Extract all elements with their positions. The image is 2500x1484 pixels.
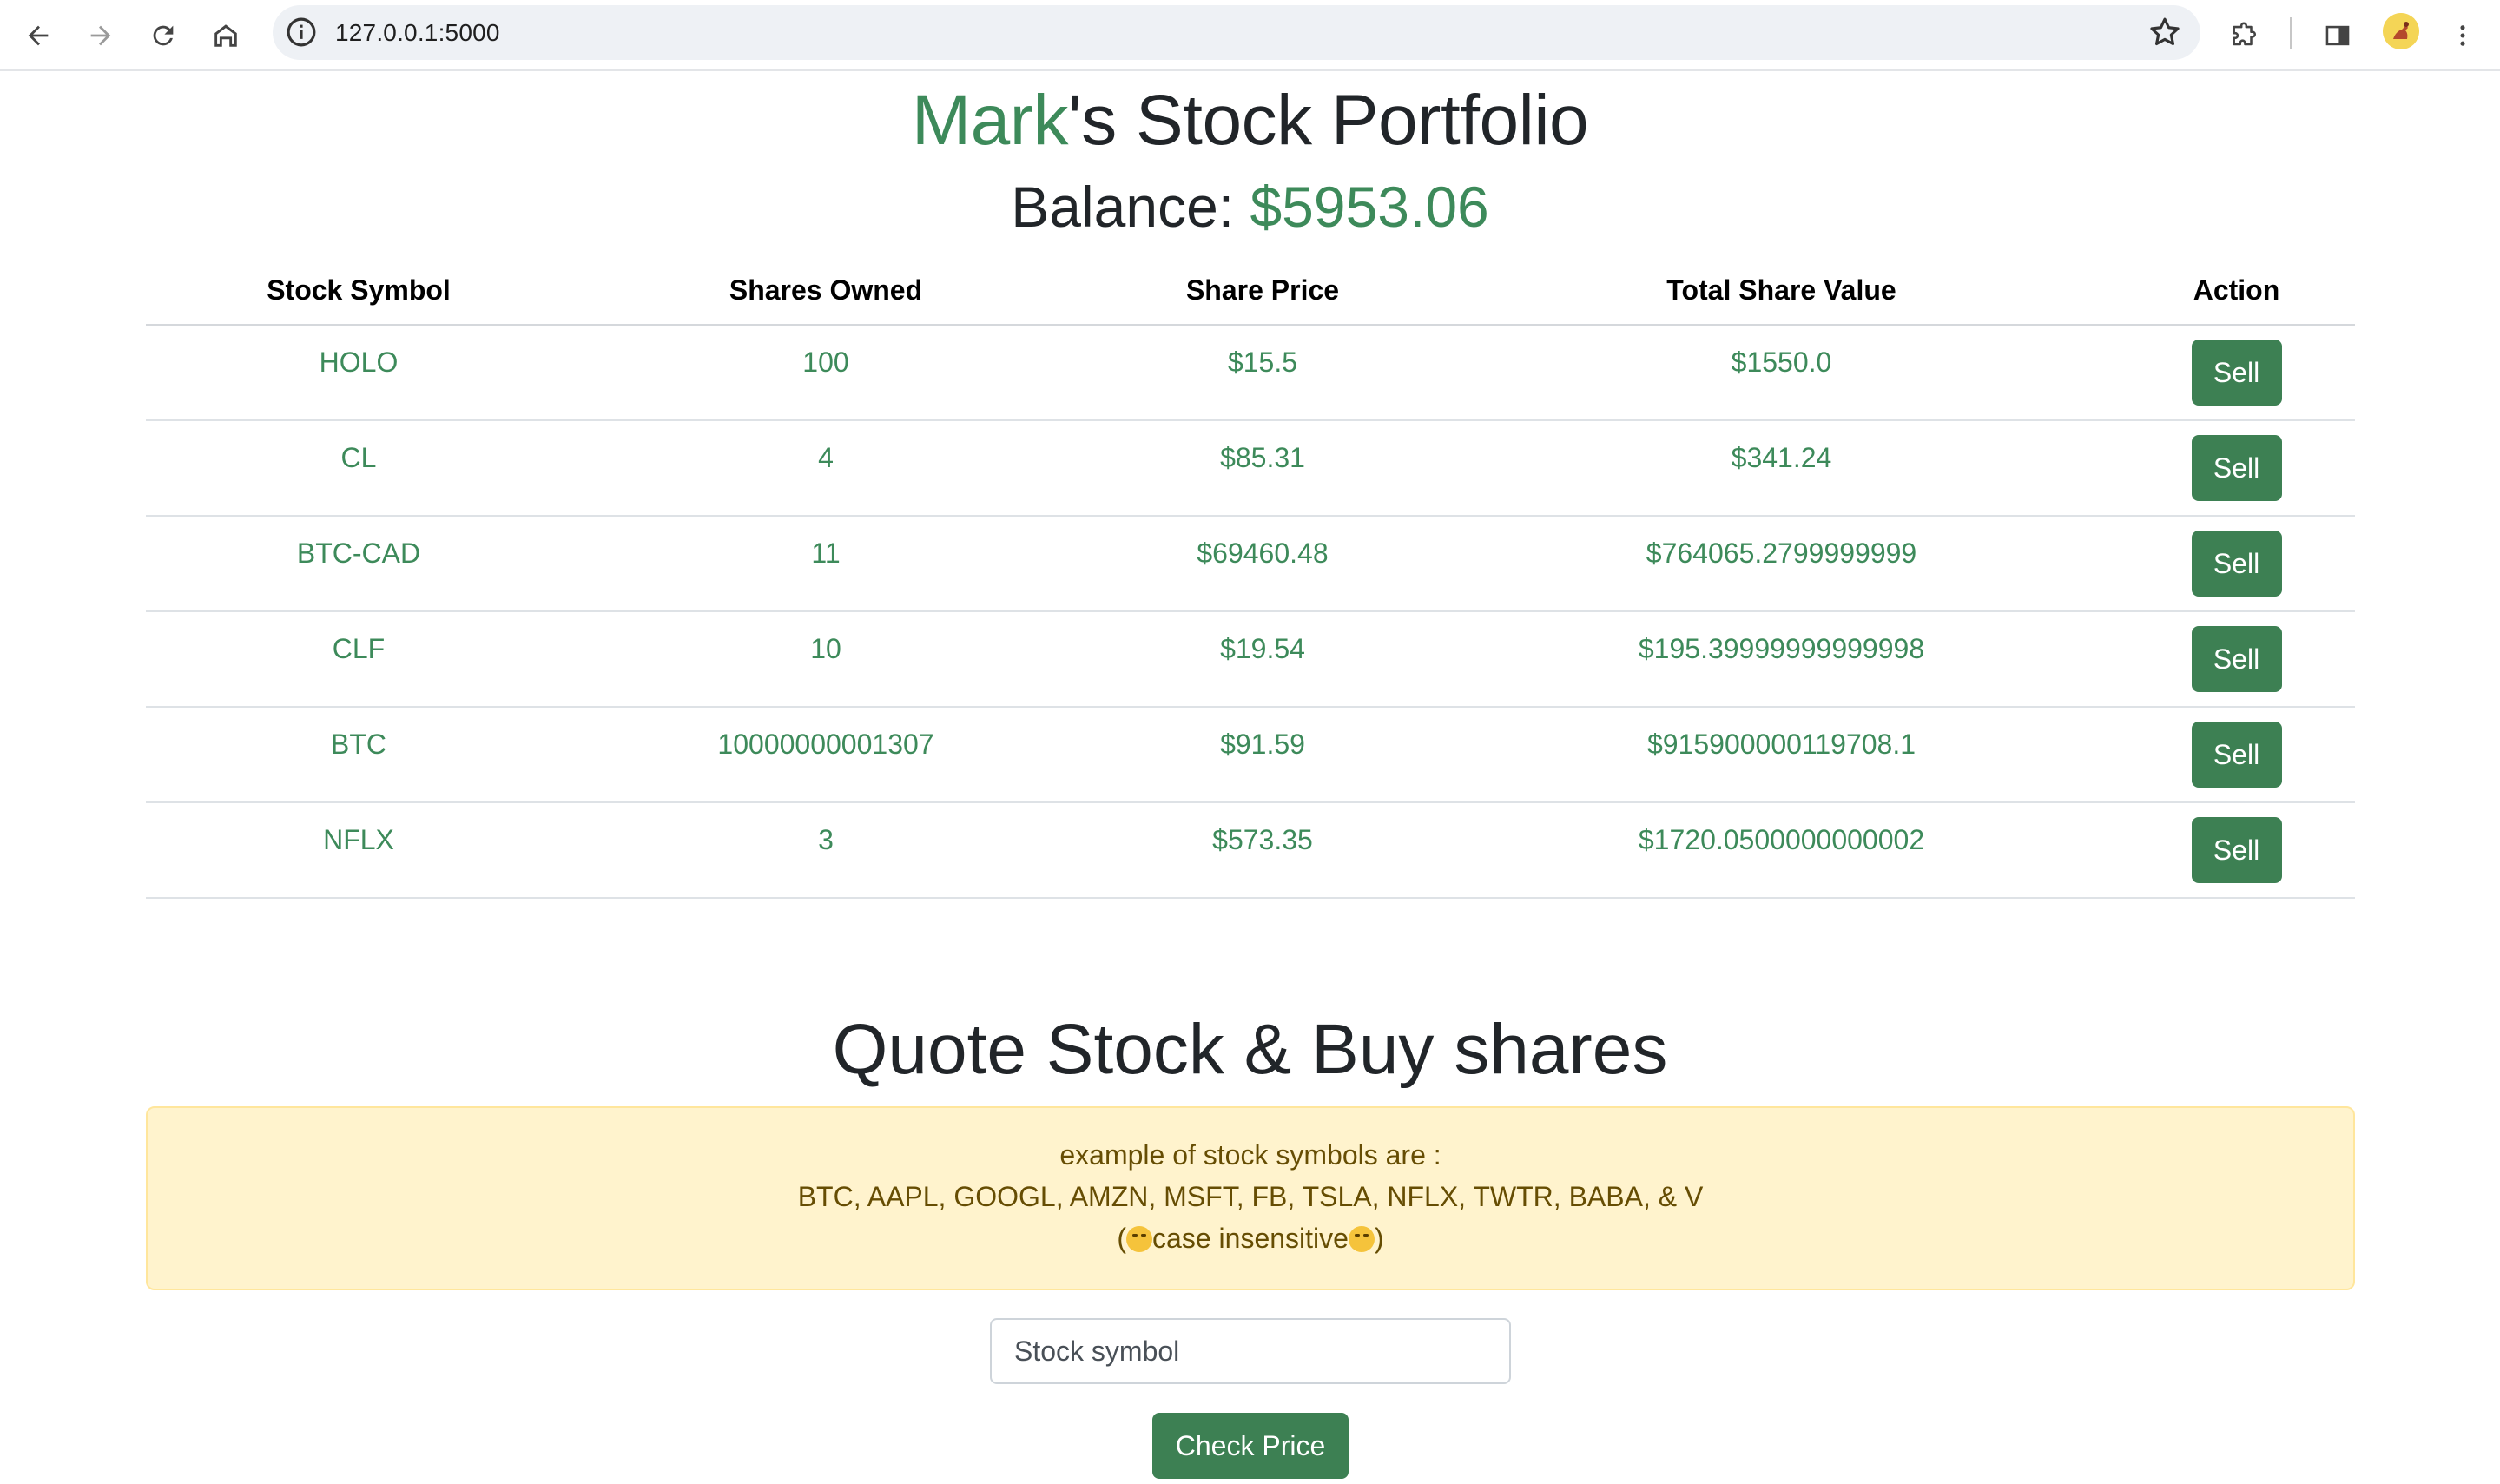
home-button[interactable]	[201, 11, 250, 60]
cell-action: Sell	[2118, 420, 2355, 517]
cell-action: Sell	[2118, 802, 2355, 899]
stock-symbol-input[interactable]	[990, 1318, 1511, 1384]
reload-icon	[153, 25, 174, 46]
owner-name: Mark	[911, 81, 1069, 160]
side-panel-button[interactable]	[2313, 11, 2362, 60]
cell-price: $85.31	[1080, 420, 1445, 517]
hint-case-text: case insensitive	[1152, 1223, 1349, 1254]
cell-symbol: CL	[146, 420, 571, 517]
hint-line-case: ( case insensitive)	[148, 1217, 2353, 1259]
cell-price: $69460.48	[1080, 516, 1445, 612]
column-header-price: Share Price	[1080, 257, 1445, 326]
smirk-emoji-icon	[1126, 1226, 1153, 1252]
table-row: NFLX 3 $573.35 $1720.0500000000002 Sell	[146, 802, 2355, 899]
cell-shares: 10	[571, 611, 1080, 708]
puzzle-icon	[2233, 22, 2256, 46]
table-row: CL 4 $85.31 $341.24 Sell	[146, 420, 2355, 517]
balance-display: Balance: $5953.06	[0, 174, 2500, 240]
sell-button[interactable]: Sell	[2191, 626, 2282, 692]
address-bar[interactable]: 127.0.0.1:5000	[273, 5, 2200, 60]
back-button[interactable]	[14, 11, 63, 60]
hint-line-intro: example of stock symbols are :	[1059, 1139, 1441, 1171]
cell-total: $195.39999999999998	[1445, 611, 2118, 708]
arrow-left-icon	[28, 25, 49, 46]
cell-symbol: CLF	[146, 611, 571, 708]
smirk-emoji-icon	[1348, 1226, 1375, 1252]
check-price-button[interactable]: Check Price	[1152, 1413, 1349, 1479]
reload-button[interactable]	[139, 11, 188, 60]
cell-shares: 11	[571, 516, 1080, 612]
quote-section-title: Quote Stock & Buy shares	[832, 1010, 1668, 1089]
sell-button[interactable]: Sell	[2191, 531, 2282, 597]
cell-total: $1550.0	[1445, 325, 2118, 421]
bookmark-star-icon[interactable]	[2147, 14, 2183, 55]
arrow-right-icon	[90, 25, 111, 46]
cell-total: $915900000119708.1	[1445, 707, 2118, 803]
cell-symbol: NFLX	[146, 802, 571, 899]
page-content: Mark's Stock Portfolio Balance: $5953.06…	[0, 73, 2500, 1484]
cell-shares: 4	[571, 420, 1080, 517]
portfolio-table: Stock Symbol Shares Owned Share Price To…	[146, 257, 2355, 899]
cell-action: Sell	[2118, 611, 2355, 708]
table-header-row: Stock Symbol Shares Owned Share Price To…	[146, 257, 2355, 326]
column-header-total: Total Share Value	[1445, 257, 2118, 326]
table-row: HOLO 100 $15.5 $1550.0 Sell	[146, 325, 2355, 421]
cell-total: $1720.0500000000002	[1445, 802, 2118, 899]
toolbar-separator	[2290, 17, 2292, 49]
cell-symbol: BTC-CAD	[146, 516, 571, 612]
cell-price: $15.5	[1080, 325, 1445, 421]
cell-symbol: BTC	[146, 707, 571, 803]
cell-action: Sell	[2118, 325, 2355, 421]
hint-line-symbols: BTC, AAPL, GOOGL, AMZN, MSFT, FB, TSLA, …	[797, 1181, 1704, 1212]
home-icon	[214, 24, 237, 47]
column-header-symbol: Stock Symbol	[146, 257, 571, 326]
cell-action: Sell	[2118, 516, 2355, 612]
sell-button[interactable]: Sell	[2191, 722, 2282, 788]
title-suffix: 's Stock Portfolio	[1068, 81, 1589, 160]
kebab-menu-icon	[2460, 25, 2465, 46]
cell-total: $764065.2799999999	[1445, 516, 2118, 612]
cell-symbol: HOLO	[146, 325, 571, 421]
browser-toolbar: 127.0.0.1:5000	[0, 0, 2500, 71]
table-row: CLF 10 $19.54 $195.39999999999998 Sell	[146, 611, 2355, 708]
balance-amount: $5953.06	[1250, 175, 1489, 239]
table-row: BTC-CAD 11 $69460.48 $764065.2799999999 …	[146, 516, 2355, 612]
page-title: Mark's Stock Portfolio	[0, 80, 2500, 162]
cell-shares: 3	[571, 802, 1080, 899]
hint-paren-open: (	[1117, 1223, 1127, 1254]
balance-label: Balance:	[1011, 175, 1250, 239]
extensions-button[interactable]	[2220, 11, 2268, 60]
forward-button[interactable]	[76, 11, 125, 60]
symbol-hint-alert: example of stock symbols are : BTC, AAPL…	[146, 1106, 2355, 1290]
cell-total: $341.24	[1445, 420, 2118, 517]
sell-button[interactable]: Sell	[2191, 817, 2282, 883]
cell-price: $91.59	[1080, 707, 1445, 803]
cell-shares: 100	[571, 325, 1080, 421]
cell-action: Sell	[2118, 707, 2355, 803]
site-info-icon[interactable]	[283, 14, 320, 55]
cell-price: $19.54	[1080, 611, 1445, 708]
cell-price: $573.35	[1080, 802, 1445, 899]
profile-avatar[interactable]	[2383, 13, 2419, 49]
cell-shares: 10000000001307	[571, 707, 1080, 803]
browser-menu-button[interactable]	[2438, 11, 2487, 60]
sell-button[interactable]: Sell	[2191, 435, 2282, 501]
sell-button[interactable]: Sell	[2191, 340, 2282, 406]
table-row: BTC 10000000001307 $91.59 $9159000001197…	[146, 707, 2355, 803]
hint-paren-close: )	[1374, 1223, 1384, 1254]
side-panel-icon	[2325, 25, 2350, 46]
column-header-shares: Shares Owned	[571, 257, 1080, 326]
column-header-action: Action	[2118, 257, 2355, 326]
url-text: 127.0.0.1:5000	[335, 19, 500, 46]
